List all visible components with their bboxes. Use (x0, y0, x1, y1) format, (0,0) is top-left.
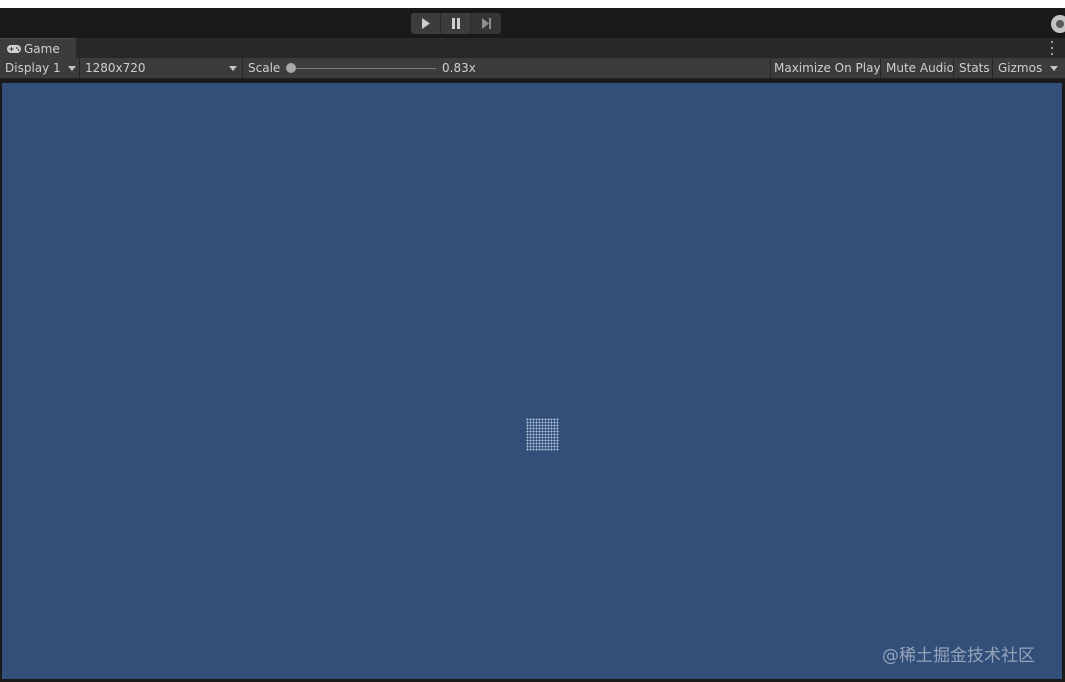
play-button[interactable] (411, 13, 441, 34)
pause-button[interactable] (441, 13, 471, 34)
divider (953, 58, 954, 78)
watermark-text: @稀土掘金技术社区 (882, 646, 1035, 666)
step-icon (481, 18, 491, 29)
unity-editor-window: Game Display 1 1280x720 Scale 0.83x Maxi… (0, 0, 1065, 682)
kebab-menu-icon[interactable] (1049, 41, 1055, 55)
divider (770, 58, 771, 78)
tab-label: Game (24, 41, 60, 56)
pause-icon (451, 18, 460, 29)
divider (992, 58, 993, 78)
play-toolbar (0, 8, 1065, 38)
account-icon (1056, 20, 1064, 28)
resolution-dropdown[interactable]: 1280x720 (85, 58, 146, 78)
gamepad-icon (7, 44, 21, 53)
display-label: Display 1 (5, 61, 61, 75)
game-render-area[interactable]: @稀土掘金技术社区 (2, 83, 1062, 679)
divider (880, 58, 881, 78)
tab-strip: Game (0, 38, 1065, 58)
scale-value: 0.83x (442, 61, 476, 75)
gizmos-chevron-down-icon[interactable] (1050, 58, 1058, 78)
scale-label: Scale (248, 61, 281, 75)
play-icon (421, 18, 430, 29)
step-button[interactable] (471, 13, 501, 34)
divider (79, 58, 80, 78)
gizmos-toggle[interactable]: Gizmos (998, 58, 1042, 78)
stats-toggle[interactable]: Stats (959, 58, 990, 78)
resolution-label: 1280x720 (85, 61, 146, 75)
account-button[interactable] (1051, 15, 1065, 33)
display-dropdown[interactable]: Display 1 (5, 58, 61, 78)
scale-slider-track[interactable] (291, 68, 436, 69)
game-viewport: @稀土掘金技术社区 (0, 79, 1065, 682)
divider (242, 58, 243, 78)
maximize-on-play-toggle[interactable]: Maximize On Play (774, 58, 881, 78)
sprite-object (526, 418, 559, 451)
scale-slider-thumb[interactable] (286, 63, 296, 73)
tab-game[interactable]: Game (0, 38, 76, 58)
game-toolbar: Display 1 1280x720 Scale 0.83x Maximize … (0, 58, 1065, 79)
display-chevron-down-icon[interactable] (68, 58, 76, 78)
mute-audio-toggle[interactable]: Mute Audio (886, 58, 954, 78)
resolution-chevron-down-icon[interactable] (229, 58, 237, 78)
play-controls (411, 13, 501, 34)
